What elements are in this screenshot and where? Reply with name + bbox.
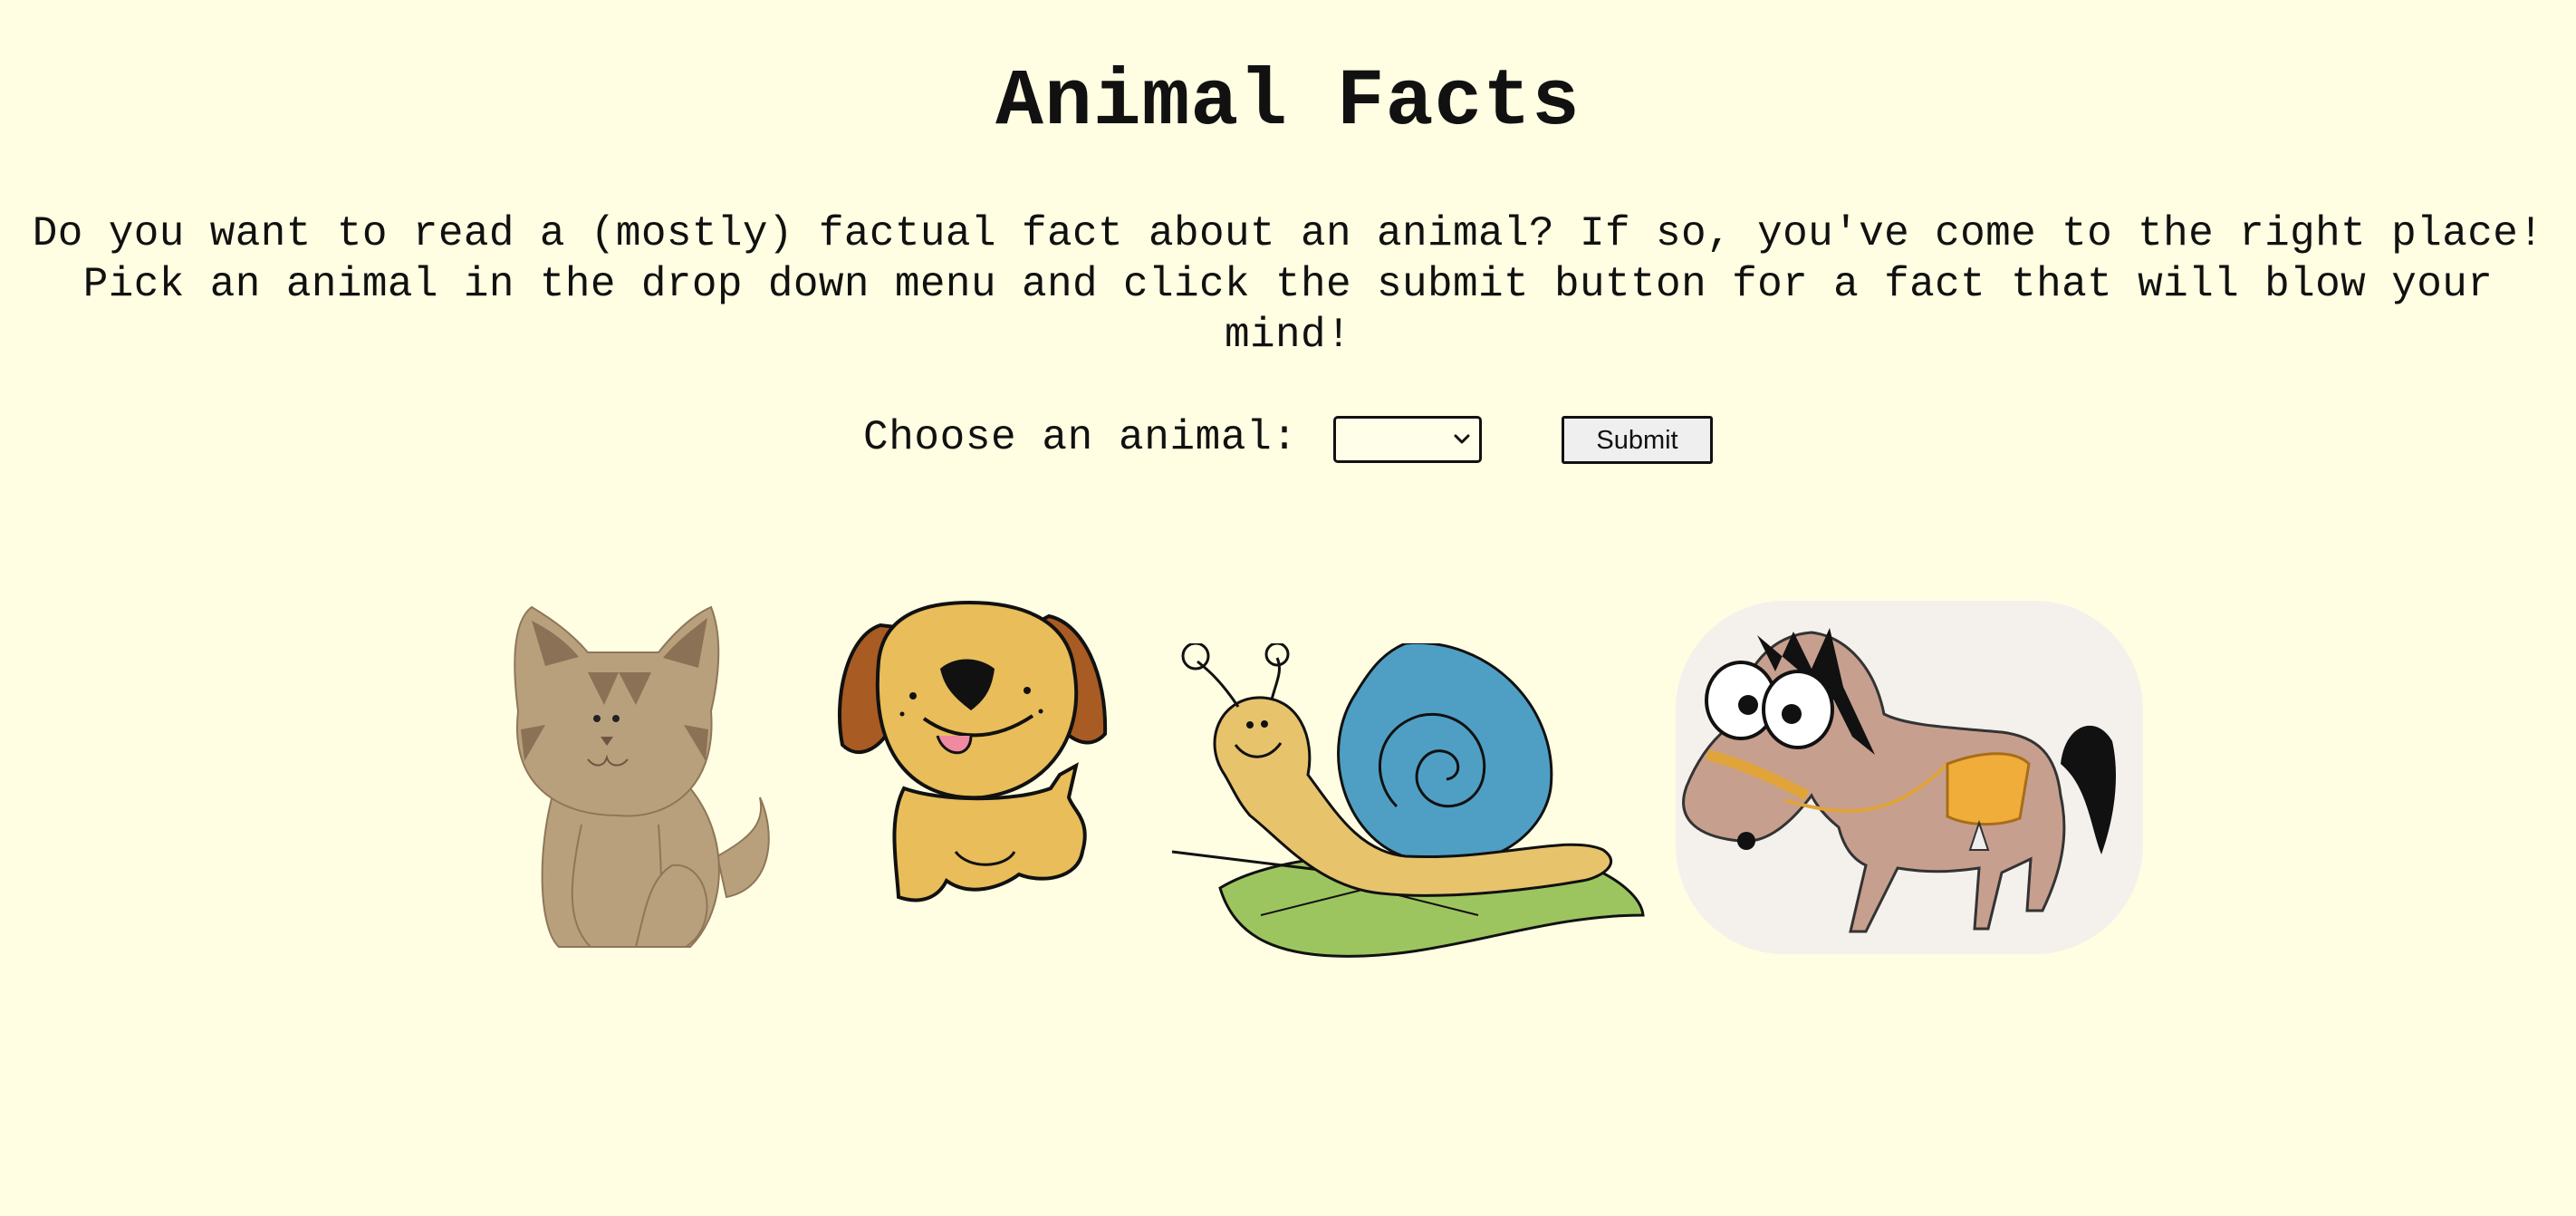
intro-paragraph: Do you want to read a (mostly) factual f… [32,210,2544,359]
submit-button[interactable]: Submit [1562,416,1713,464]
snail-icon [1171,643,1645,958]
animal-select[interactable] [1333,416,1482,463]
dog-icon [838,600,1108,902]
animal-facts-page: Animal Facts Do you want to read a (most… [0,0,2576,1216]
cat-icon [514,605,770,948]
chevron-down-icon [1454,434,1470,444]
choose-animal-label: Choose an animal: [863,414,1298,461]
animal-chooser: Choose an animal: [863,410,1297,466]
horse-icon [1676,601,2143,954]
page-title: Animal Facts [995,58,1581,148]
